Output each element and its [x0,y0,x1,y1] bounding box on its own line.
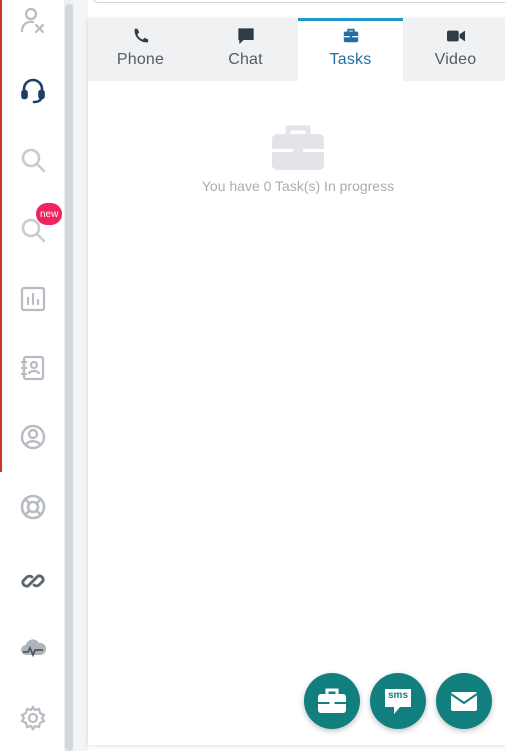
cloud-activity-icon[interactable] [18,634,48,664]
briefcase-icon [272,125,324,170]
settings-gear-icon[interactable] [18,703,48,733]
reports-icon[interactable] [18,284,48,314]
sidebar-scrollbar-thumb[interactable] [65,4,73,751]
empty-state-message: You have 0 Task(s) In progress [201,178,395,194]
tab-phone-label: Phone [116,51,165,68]
lifebuoy-icon[interactable] [18,492,48,522]
tasks-empty-state: You have 0 Task(s) In progress [88,124,505,194]
tab-video[interactable]: Video [403,18,505,81]
tab-phone[interactable]: Phone [88,18,193,81]
tab-tasks-label: Tasks [329,51,372,68]
envelope-icon [450,692,478,711]
tab-chat[interactable]: Chat [193,18,298,81]
link-icon[interactable] [18,566,48,596]
headset-icon[interactable] [18,75,48,105]
tab-bar: Phone Chat Tasks Video [88,18,505,81]
video-icon [446,30,465,42]
briefcase-icon [343,28,358,43]
tab-chat-label: Chat [228,51,263,68]
search-icon[interactable] [18,145,48,175]
new-task-fab[interactable] [304,673,360,729]
user-switch-icon[interactable] [18,5,48,35]
chat-icon [237,28,254,44]
new-badge: new [36,203,63,225]
sms-fab[interactable]: sms [370,673,426,729]
activity-panel: Phone Chat Tasks Video You have 0 Task(s… [88,18,505,745]
contacts-book-icon[interactable] [18,353,48,383]
phone-icon [134,28,148,43]
sidebar-scrollbar[interactable] [64,0,74,751]
tab-tasks[interactable]: Tasks [298,18,403,81]
sidebar: new [2,0,64,751]
top-search-input[interactable] [92,0,505,3]
user-circle-icon[interactable] [18,422,48,452]
app-window: new Phone Chat Tasks Video You have 0 Ta… [0,0,505,751]
briefcase-icon [318,688,346,713]
tab-video-label: Video [434,51,477,68]
email-fab[interactable] [436,673,492,729]
panel-gutter [74,0,88,751]
sms-fab-label: sms [387,690,408,701]
